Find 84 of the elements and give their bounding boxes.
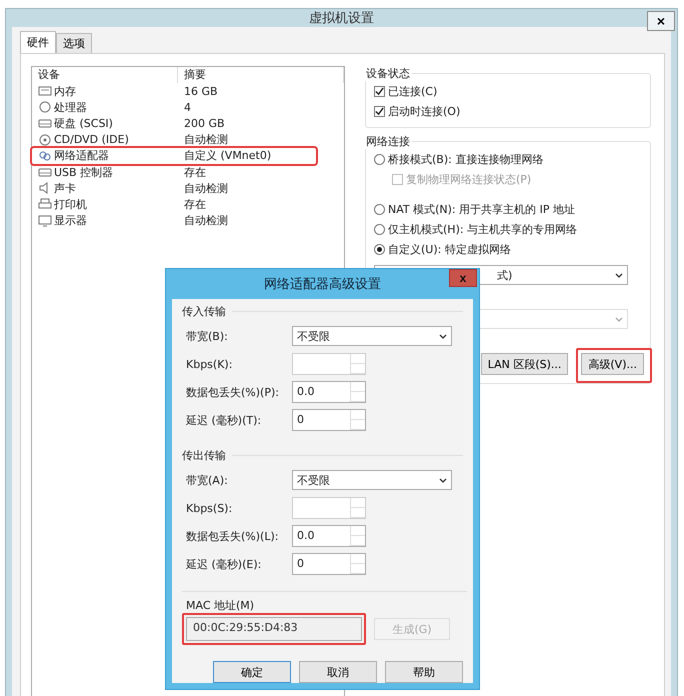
packet-loss-spinner[interactable]: 0.0: [292, 525, 366, 547]
radio-label: 仅主机模式(H): 与主机共享的专用网络: [388, 222, 578, 236]
device-summary: 4: [183, 100, 192, 114]
caret-icon: [615, 316, 623, 322]
radio-button[interactable]: [374, 224, 385, 234]
field-label: 数据包丢失(%)(P):: [186, 384, 280, 400]
dialog-button[interactable]: 帮助: [385, 661, 463, 683]
field-label: 延迟 (毫秒)(T):: [186, 412, 262, 428]
checkbox-label: 启动时连接(O): [388, 104, 460, 118]
caret-icon: [439, 334, 447, 338]
device-row[interactable]: CD/DVD (IDE) 自动检测: [32, 132, 341, 148]
device-icon: [38, 117, 52, 130]
caret-icon: [615, 272, 623, 278]
device-name: 内存: [54, 84, 76, 99]
dialog-button[interactable]: LAN 区段(S)...: [480, 353, 568, 375]
device-row[interactable]: 内存 16 GB: [32, 83, 341, 100]
device-name: 网络适配器: [54, 148, 109, 164]
window-title: 虚拟机设置: [309, 10, 374, 27]
group-title: 网络连接: [365, 134, 411, 149]
dialog-button[interactable]: 高级(V)...: [581, 353, 644, 375]
field-label: MAC 地址(M): [186, 598, 256, 613]
device-icon: [38, 85, 52, 98]
checkbox-label: 已连接(C): [388, 84, 438, 98]
group-title: 设备状态: [365, 66, 411, 81]
tab[interactable]: 硬件: [20, 31, 56, 53]
device-icon: [38, 198, 52, 210]
radio-button[interactable]: [374, 154, 385, 164]
radio-label: 桥接模式(B): 直接连接物理网络: [388, 152, 544, 166]
caret-icon: [439, 478, 447, 482]
device-icon: [38, 214, 52, 227]
device-row[interactable]: USB 控制器 存在: [32, 164, 341, 180]
device-row[interactable]: 处理器 4: [32, 99, 341, 116]
column-header[interactable]: 摘要: [178, 67, 344, 83]
latency-spinner[interactable]: 0: [292, 409, 366, 431]
device-summary: 自定义 (VMnet0): [183, 148, 272, 164]
field-label: 延迟 (毫秒)(E):: [186, 556, 262, 572]
field-label: Kbps(S):: [186, 502, 234, 514]
packet-loss-spinner[interactable]: 0.0: [292, 381, 366, 403]
device-icon: [38, 150, 52, 162]
device-name: 声卡: [54, 180, 76, 196]
group-title: 传入传输: [182, 304, 226, 318]
dialog-button[interactable]: 确定: [213, 661, 291, 683]
device-summary: 自动检测: [183, 132, 229, 148]
bandwidth-dropdown[interactable]: 不受限: [292, 326, 452, 346]
close-button[interactable]: ×: [647, 11, 675, 31]
device-summary: 16 GB: [183, 84, 219, 98]
device-icon: [38, 134, 52, 146]
device-icon: [38, 101, 52, 114]
radio-button[interactable]: [374, 204, 385, 214]
device-name: USB 控制器: [54, 164, 114, 180]
checkbox-label: 复制物理网络连接状态(P): [406, 172, 532, 186]
field-label: 数据包丢失(%)(L):: [186, 528, 280, 544]
close-button[interactable]: x: [449, 269, 477, 287]
device-name: 处理器: [54, 100, 87, 115]
field-label: Kbps(K):: [186, 358, 234, 370]
radio-button[interactable]: [374, 244, 385, 254]
checkbox[interactable]: [374, 106, 385, 116]
radio-label: 自定义(U): 特定虚拟网络: [388, 242, 511, 256]
checkbox[interactable]: [374, 86, 385, 96]
device-summary: 自动检测: [183, 180, 229, 196]
latency-spinner[interactable]: 0: [292, 553, 366, 575]
device-row[interactable]: 打印机 存在: [32, 196, 341, 212]
device-row[interactable]: 网络适配器 自定义 (VMnet0): [32, 148, 316, 164]
mac-address-field[interactable]: 00:0C:29:55:D4:83: [186, 617, 362, 641]
field-label: 带宽(B):: [186, 328, 229, 344]
device-name: CD/DVD (IDE): [54, 133, 129, 146]
group-title: 传出传输: [182, 448, 226, 462]
device-icon: [38, 166, 52, 178]
device-name: 打印机: [54, 196, 87, 212]
device-summary: 自动检测: [183, 213, 229, 228]
device-summary: 200 GB: [183, 116, 226, 130]
dialog-button[interactable]: 取消: [299, 661, 377, 683]
bandwidth-dropdown[interactable]: 不受限: [292, 470, 452, 490]
device-row[interactable]: 硬盘 (SCSI) 200 GB: [32, 115, 341, 132]
device-name: 硬盘 (SCSI): [54, 116, 113, 131]
field-label: 带宽(A):: [186, 472, 229, 488]
column-header[interactable]: 设备: [32, 67, 178, 83]
device-row[interactable]: 显示器 自动检测: [32, 212, 341, 229]
device-name: 显示器: [54, 213, 87, 228]
device-summary: 存在: [183, 196, 207, 212]
radio-label: NAT 模式(N): 用于共享主机的 IP 地址: [388, 202, 575, 216]
device-summary: 存在: [183, 164, 207, 180]
device-row[interactable]: 声卡 自动检测: [32, 180, 341, 196]
tab[interactable]: 选项: [56, 33, 92, 53]
